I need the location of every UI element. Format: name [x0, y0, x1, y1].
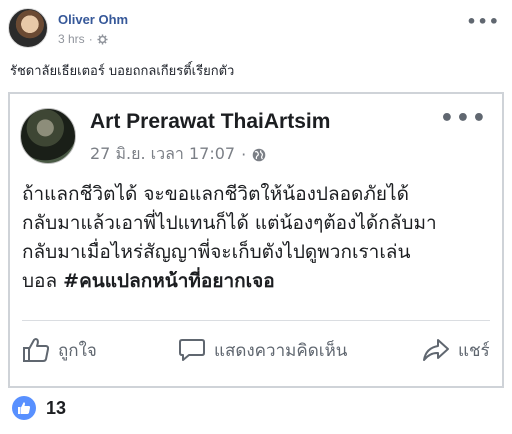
text-fragment: บอล — [22, 270, 64, 292]
shared-author[interactable]: Art Prerawat ThaiArtsim — [90, 110, 330, 134]
share-button[interactable]: แชร์ — [422, 337, 490, 364]
text-line: กลับมาแล้วเอาพี่ไปแทนก็ได้ แต่น้องๆต้องไ… — [22, 212, 437, 234]
more-options-icon[interactable]: ••• — [466, 12, 500, 31]
shared-post-text: ถ้าแลกชีวิตได้ จะขอแลกชีวิตให้น้องปลอดภั… — [22, 180, 494, 296]
divider — [22, 320, 490, 321]
shared-more-options-icon[interactable]: ••• — [440, 106, 488, 131]
reaction-summary[interactable]: 13 — [12, 396, 66, 420]
globe-icon[interactable] — [252, 148, 266, 162]
action-bar: ถูกใจ แสดงความคิดเห็น แชร์ — [10, 330, 502, 370]
text-line: ถ้าแลกชีวิตได้ จะขอแลกชีวิตให้น้องปลอดภั… — [22, 183, 409, 205]
reaction-count: 13 — [46, 397, 67, 418]
shared-post-card: Art Prerawat ThaiArtsim 27 มิ.ย. เวลา 17… — [8, 92, 504, 388]
comment-label: แสดงความคิดเห็น — [214, 340, 348, 361]
meta-separator: · — [88, 32, 93, 46]
shared-meta-separator: · — [241, 145, 247, 164]
post-author[interactable]: Oliver Ohm — [58, 12, 128, 27]
gear-icon[interactable] — [97, 33, 108, 45]
share-icon — [423, 339, 449, 361]
text-line: บอล #คนแปลกหน้าที่อยากเจอ — [22, 267, 494, 296]
hashtag-link[interactable]: #คนแปลกหน้าที่อยากเจอ — [63, 270, 275, 292]
post-meta: 3 hrs · — [58, 32, 108, 46]
shared-meta: 27 มิ.ย. เวลา 17:07 · — [90, 142, 266, 167]
comment-icon — [179, 339, 205, 361]
post-time[interactable]: 3 hrs — [58, 32, 85, 46]
comment-button[interactable]: แสดงความคิดเห็น — [178, 337, 347, 364]
like-button[interactable]: ถูกใจ — [22, 337, 97, 364]
thumbs-up-icon — [12, 396, 36, 420]
text-line: กลับมาเมื่อไหร่สัญญาพี่จะเก็บตังไปดูพวกเ… — [22, 241, 411, 263]
shared-avatar[interactable] — [20, 108, 76, 164]
thumbs-up-icon — [23, 338, 50, 362]
shared-date[interactable]: 27 มิ.ย. เวลา 17:07 — [90, 142, 235, 167]
share-label: แชร์ — [458, 340, 490, 361]
post-header: Oliver Ohm 3 hrs · ••• — [8, 6, 504, 54]
like-label: ถูกใจ — [58, 340, 97, 361]
avatar[interactable] — [8, 8, 48, 48]
post-caption: รัชดาลัยเธียเตอร์ บอยถกลเกียรติ์เรียกตัว — [10, 64, 235, 79]
